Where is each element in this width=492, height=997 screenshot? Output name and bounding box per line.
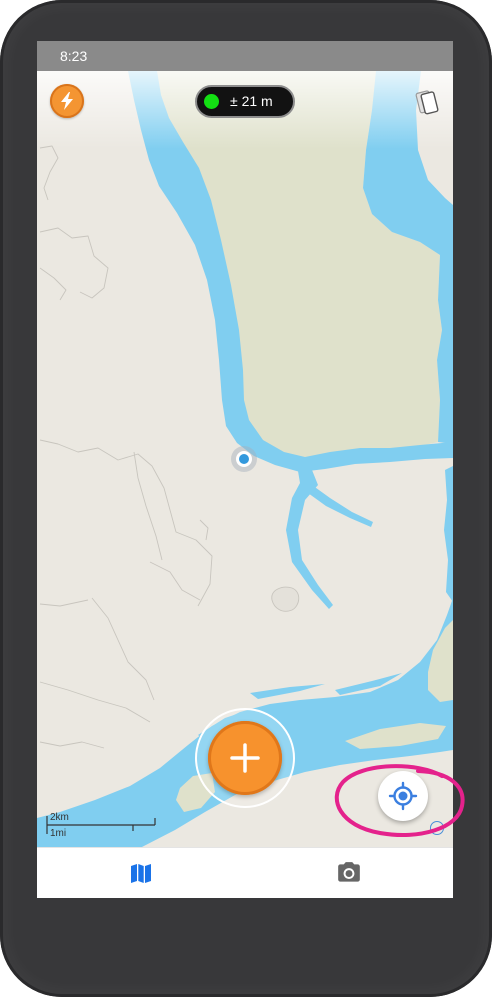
scale-metric-label: 2km — [50, 812, 69, 823]
bottom-nav — [37, 848, 453, 898]
crosshair-icon — [388, 781, 418, 811]
tab-map[interactable] — [91, 848, 191, 898]
tab-camera[interactable] — [299, 848, 399, 898]
gps-accuracy-pill[interactable]: ± 21 m — [195, 85, 295, 118]
phone-frame: 8:23 ± 21 m 2km 1mi — [0, 0, 492, 997]
pond — [271, 586, 300, 612]
map-icon — [131, 864, 151, 883]
gps-accuracy-label: ± 21 m — [230, 93, 273, 109]
map-scale-bar: 2km 1mi — [45, 811, 160, 841]
location-dot-icon — [239, 454, 249, 464]
info-icon[interactable] — [430, 821, 444, 835]
gps-status-dot — [204, 94, 219, 109]
layers-button[interactable] — [411, 86, 443, 118]
current-location-marker — [231, 446, 257, 472]
status-time: 8:23 — [60, 48, 88, 64]
add-button-ring — [195, 708, 295, 808]
quick-action-button[interactable] — [50, 84, 84, 118]
lightning-bolt-icon — [61, 92, 73, 110]
phone-screen: 8:23 ± 21 m 2km 1mi — [37, 41, 453, 898]
plus-icon — [230, 743, 260, 773]
scale-imperial-label: 1mi — [50, 828, 67, 839]
add-button[interactable] — [208, 721, 282, 795]
layers-icon — [415, 90, 439, 115]
location-dot-ring — [236, 451, 252, 467]
status-bar: 8:23 — [37, 41, 453, 71]
camera-icon — [338, 862, 360, 882]
locate-me-button[interactable] — [378, 771, 428, 821]
